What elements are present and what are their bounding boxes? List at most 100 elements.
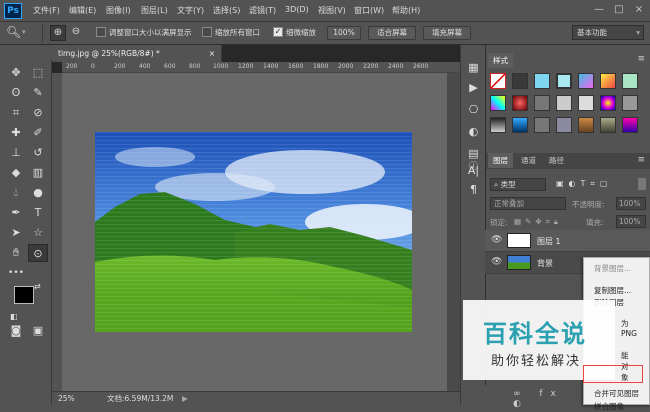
panel-menu-icon[interactable]: ≡ xyxy=(637,155,645,165)
context-menu-item[interactable]: 拼合图像 xyxy=(594,401,624,412)
layer-row[interactable]: 👁︎ 图层 1 xyxy=(485,230,650,252)
history-icon[interactable]: ▦ xyxy=(465,59,482,76)
menu-filter[interactable]: 滤镜(T) xyxy=(249,5,276,16)
fit-screen-button[interactable]: 适合屏幕 xyxy=(368,26,416,40)
lasso-tool-icon[interactable]: ʘ xyxy=(6,84,26,102)
adjustments-icon[interactable]: ◐ xyxy=(465,123,482,140)
screen-mode-icon[interactable]: ▣ xyxy=(28,322,48,340)
menu-layer[interactable]: 图层(L) xyxy=(141,5,168,16)
restore-icon[interactable]: □ xyxy=(612,3,626,17)
panel-menu-icon[interactable]: ≡ xyxy=(637,54,645,64)
style-swatch[interactable] xyxy=(622,117,638,133)
menu-file[interactable]: 文件(F) xyxy=(33,5,60,16)
tab-paths[interactable]: 路径 xyxy=(544,153,569,168)
zoom-100-button[interactable]: 100% xyxy=(327,26,361,40)
zoom-tool-icon[interactable]: ⊙ xyxy=(28,244,48,262)
fill-field[interactable]: 100% xyxy=(616,215,646,228)
document-tab[interactable]: timg.jpg @ 25%(RGB/8#) * × xyxy=(52,45,222,62)
default-colors-icon[interactable]: ◧ xyxy=(10,312,18,321)
layer-name[interactable]: 背景 xyxy=(537,258,553,269)
style-swatch[interactable] xyxy=(512,117,528,133)
actions-play-icon[interactable]: ▶ xyxy=(465,79,482,96)
resize-windows-checkbox[interactable] xyxy=(96,27,106,37)
layer-filter-select[interactable]: ⌕ 类型 xyxy=(490,178,546,191)
move-tool-icon[interactable]: ✥ xyxy=(6,64,26,82)
hand-tool-icon[interactable]: ✋︎ xyxy=(6,244,26,262)
tab-styles[interactable]: 样式 xyxy=(488,53,513,68)
document-image[interactable] xyxy=(95,132,412,332)
zoom-in-icon[interactable]: ⊕ xyxy=(50,25,66,41)
foreground-color-swatch[interactable] xyxy=(14,286,34,304)
style-swatch-none[interactable] xyxy=(490,73,506,89)
style-swatch[interactable] xyxy=(556,73,572,89)
path-select-tool-icon[interactable]: ➤ xyxy=(6,224,26,242)
scrubby-zoom-checkbox[interactable]: ✓ xyxy=(273,27,283,37)
filter-toggle[interactable] xyxy=(638,178,646,190)
lock-icons[interactable]: ▦✎✥⌗🔒︎ xyxy=(514,217,562,227)
minimize-icon[interactable]: — xyxy=(592,3,606,17)
chevron-down-icon[interactable]: ▾ xyxy=(22,28,26,36)
type-tool-icon[interactable]: T xyxy=(28,204,48,222)
style-swatch[interactable] xyxy=(490,117,506,133)
eye-icon[interactable]: 👁︎ xyxy=(491,257,502,267)
blend-mode-select[interactable]: 正常叠加 xyxy=(490,197,566,210)
style-swatch[interactable] xyxy=(556,95,572,111)
swap-colors-icon[interactable]: ⇄ xyxy=(34,282,41,291)
filter-icons[interactable]: ▣◐T⌗▢ xyxy=(556,179,613,189)
gradient-tool-icon[interactable]: ▥ xyxy=(28,164,48,182)
status-arrow-icon[interactable]: ▶ xyxy=(182,392,188,405)
close-tab-icon[interactable]: × xyxy=(209,45,215,62)
context-menu-partial[interactable]: 为 PNG xyxy=(621,318,637,338)
style-swatch[interactable] xyxy=(556,117,572,133)
style-swatch[interactable] xyxy=(534,73,550,89)
style-swatch[interactable] xyxy=(512,73,528,89)
healing-brush-tool-icon[interactable]: ✚ xyxy=(6,124,26,142)
libraries-icon[interactable]: ⎔ xyxy=(465,101,482,118)
tab-channels[interactable]: 通道 xyxy=(516,153,541,168)
style-swatch[interactable] xyxy=(600,73,616,89)
tab-layers[interactable]: 图层 xyxy=(488,153,513,168)
menu-view[interactable]: 视图(V) xyxy=(318,5,346,16)
crop-tool-icon[interactable]: ⌗ xyxy=(6,104,26,122)
eyedropper-tool-icon[interactable]: ⊘ xyxy=(28,104,48,122)
shape-tool-icon[interactable]: ☆ xyxy=(28,224,48,242)
zoom-all-checkbox[interactable] xyxy=(202,27,212,37)
menu-image[interactable]: 图像(I) xyxy=(106,5,131,16)
context-menu-item[interactable]: 背景图层... xyxy=(594,263,631,274)
style-swatch[interactable] xyxy=(600,95,616,111)
style-swatch[interactable] xyxy=(512,95,528,111)
history-brush-tool-icon[interactable]: ↺ xyxy=(28,144,48,162)
style-swatch[interactable] xyxy=(534,95,550,111)
style-swatch[interactable] xyxy=(622,95,638,111)
menu-type[interactable]: 文字(Y) xyxy=(177,5,204,16)
close-icon[interactable]: × xyxy=(632,3,646,17)
style-swatch[interactable] xyxy=(622,73,638,89)
zoom-level[interactable]: 25% xyxy=(58,392,75,405)
pen-tool-icon[interactable]: ✒ xyxy=(6,204,26,222)
marquee-tool-icon[interactable]: ⬚ xyxy=(28,64,48,82)
vertical-scrollbar[interactable] xyxy=(447,73,460,391)
clone-stamp-tool-icon[interactable]: ⊥ xyxy=(6,144,26,162)
brush-tool-icon[interactable]: ✐ xyxy=(28,124,48,142)
eraser-tool-icon[interactable]: ◆ xyxy=(6,164,26,182)
zoom-out-icon[interactable]: ⊖ xyxy=(68,25,84,41)
quick-mask-icon[interactable]: ◙ xyxy=(6,322,26,340)
context-menu-item[interactable]: 复制图层... xyxy=(594,285,631,296)
paragraph-icon[interactable]: ¶ xyxy=(465,181,482,198)
layer-footer-icons[interactable]: ∞ fx ◐ xyxy=(513,389,585,409)
quick-select-tool-icon[interactable]: ✎ xyxy=(28,84,48,102)
style-swatch[interactable] xyxy=(534,117,550,133)
menu-3d[interactable]: 3D(D) xyxy=(285,5,309,14)
menu-edit[interactable]: 编辑(E) xyxy=(69,5,96,16)
blur-tool-icon[interactable]: 💧︎ xyxy=(6,184,26,202)
menu-window[interactable]: 窗口(W) xyxy=(354,5,384,16)
menu-help[interactable]: 帮助(H) xyxy=(392,5,420,16)
style-swatch[interactable] xyxy=(490,95,506,111)
eye-icon[interactable]: 👁︎ xyxy=(491,235,502,245)
fill-screen-button[interactable]: 填充屏幕 xyxy=(423,26,471,40)
edit-toolbar-icon[interactable]: ••• xyxy=(6,264,26,282)
dodge-tool-icon[interactable]: ● xyxy=(28,184,48,202)
character-icon[interactable]: A| xyxy=(465,162,482,179)
style-swatch[interactable] xyxy=(578,73,594,89)
style-swatch[interactable] xyxy=(578,117,594,133)
